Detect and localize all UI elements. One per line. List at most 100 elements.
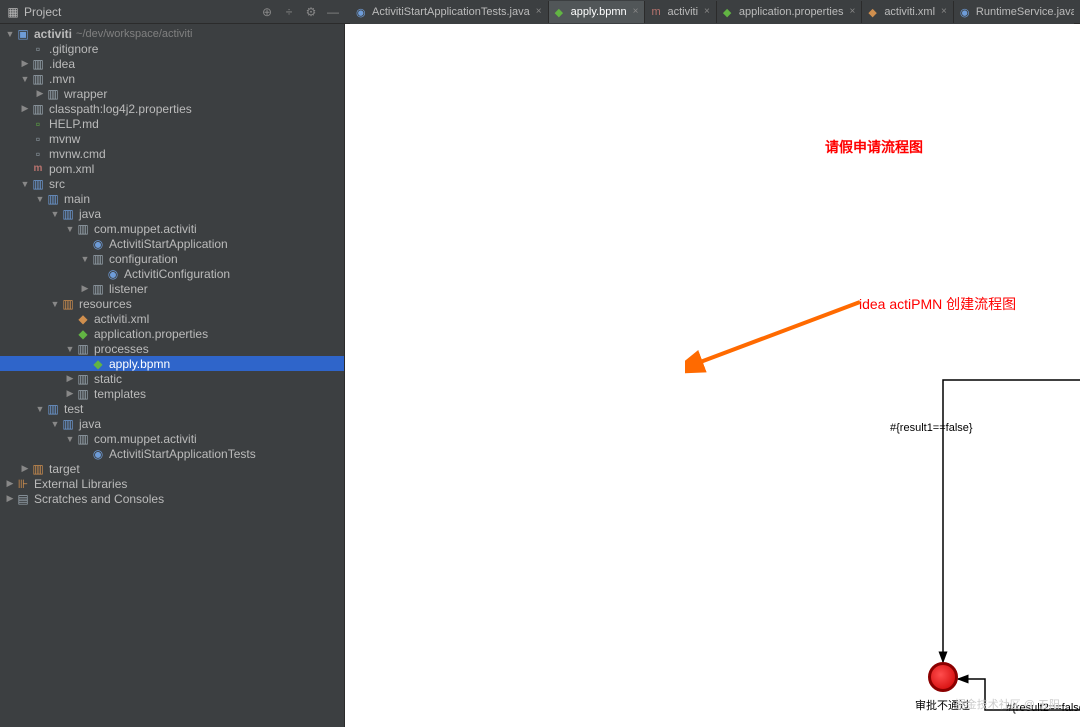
tree-item[interactable]: ▼▥resources [0, 296, 344, 311]
tree-item-label: External Libraries [34, 477, 127, 491]
expand-icon[interactable]: ▶ [4, 478, 16, 489]
xml-icon: ◆ [76, 312, 90, 326]
project-tree[interactable]: ▼ ▣ activiti ~/dev/workspace/activiti ▫.… [0, 24, 345, 727]
tree-item[interactable]: ▶▥listener [0, 281, 344, 296]
tree-item-label: .mvn [49, 72, 75, 86]
expand-icon[interactable]: ▼ [49, 419, 61, 429]
tree-item-label: ActivitiStartApplicationTests [109, 447, 256, 461]
expand-icon[interactable]: ▶ [4, 493, 16, 504]
expand-icon[interactable]: ▼ [34, 404, 46, 414]
java-icon: ◉ [960, 6, 972, 18]
expand-icon[interactable]: ▶ [19, 103, 31, 114]
tree-root-name: activiti [34, 27, 72, 41]
tree-item[interactable]: ◉ActivitiConfiguration [0, 266, 344, 281]
tree-item-label: application.properties [94, 327, 208, 341]
editor-tabs: ◉ActivitiStartApplicationTests.java×◆app… [350, 0, 1074, 24]
tree-item[interactable]: ▼▥.mvn [0, 71, 344, 86]
tree-item[interactable]: ▼▥processes [0, 341, 344, 356]
tree-item-label: listener [109, 282, 148, 296]
folder-icon: ▥ [31, 57, 45, 71]
close-icon[interactable]: × [633, 6, 639, 17]
java-icon: ◉ [356, 6, 368, 18]
tree-item[interactable]: ▶▥wrapper [0, 86, 344, 101]
tree-item[interactable]: ◆activiti.xml [0, 311, 344, 326]
folder-orange-icon: ▥ [31, 462, 45, 476]
tree-item[interactable]: ◆apply.bpmn [0, 356, 344, 371]
close-icon[interactable]: × [941, 6, 947, 17]
expand-icon[interactable]: ▼ [34, 194, 46, 204]
tree-item[interactable]: ▼▥test [0, 401, 344, 416]
tree-item[interactable]: ▼▥configuration [0, 251, 344, 266]
tree-item-label: java [79, 417, 101, 431]
hide-icon[interactable]: — [326, 5, 340, 19]
expand-icon[interactable]: ▼ [19, 74, 31, 84]
tree-item-label: mvnw.cmd [49, 147, 106, 161]
m-icon: m [651, 6, 663, 18]
tree-item[interactable]: ▫.gitignore [0, 41, 344, 56]
expand-icon[interactable]: ▶ [64, 373, 76, 384]
class-icon: ◉ [91, 447, 105, 461]
gear-icon[interactable]: ⚙ [304, 5, 318, 19]
tree-item[interactable]: ▫mvnw [0, 131, 344, 146]
tree-item[interactable]: ▶▥.idea [0, 56, 344, 71]
tree-item[interactable]: ◉ ActivitiStartApplicationTests [0, 446, 344, 461]
collapse-icon[interactable]: ÷ [282, 5, 296, 19]
bpmn-icon: ◆ [91, 357, 105, 371]
bpmn-editor[interactable]: 请假申请流程图 idea actiPMN 创建流程图 开始 [345, 24, 1080, 727]
tree-item-label: com.muppet.activiti [94, 222, 197, 236]
tree-item[interactable]: ▶▤Scratches and Consoles [0, 491, 344, 506]
editor-tab[interactable]: ◉ActivitiStartApplicationTests.java× [350, 1, 549, 23]
expand-icon[interactable]: ▼ [64, 344, 76, 354]
expand-icon[interactable]: ▼ [64, 434, 76, 444]
tree-item[interactable]: ▼▥java [0, 416, 344, 431]
close-icon[interactable]: × [849, 6, 855, 17]
tree-item-label: main [64, 192, 90, 206]
tree-item[interactable]: ▶▥static [0, 371, 344, 386]
file-icon: ▫ [31, 147, 45, 161]
tree-item[interactable]: ◉ActivitiStartApplication [0, 236, 344, 251]
tree-item-label: src [49, 177, 65, 191]
folder-icon: ▥ [46, 87, 60, 101]
tree-item[interactable]: ▼▥java [0, 206, 344, 221]
file-icon: ▫ [31, 132, 45, 146]
folder-icon: ▥ [31, 102, 45, 116]
editor-tab[interactable]: ◆apply.bpmn× [549, 1, 646, 23]
editor-tab[interactable]: ◉RuntimeService.java× [954, 1, 1074, 23]
tree-item-label: .gitignore [49, 42, 98, 56]
tree-item[interactable]: ▼▥main [0, 191, 344, 206]
expand-icon[interactable]: ▼ [49, 299, 61, 309]
main-area: ▼ ▣ activiti ~/dev/workspace/activiti ▫.… [0, 24, 1080, 727]
tree-item-label: ActivitiStartApplication [109, 237, 228, 251]
tree-item[interactable]: ◆application.properties [0, 326, 344, 341]
expand-icon[interactable]: ▶ [34, 88, 46, 99]
expand-icon[interactable]: ▶ [19, 58, 31, 69]
target-icon[interactable]: ⊕ [260, 5, 274, 19]
editor-tab[interactable]: ◆application.properties× [717, 1, 862, 23]
tree-item[interactable]: ▶▥templates [0, 386, 344, 401]
close-icon[interactable]: × [704, 6, 710, 17]
tree-item[interactable]: ▶▥target [0, 461, 344, 476]
tree-item[interactable]: ▼▥com.muppet.activiti [0, 431, 344, 446]
expand-icon[interactable]: ▶ [64, 388, 76, 399]
resources-icon: ▥ [61, 297, 75, 311]
tree-item[interactable]: ▼▥com.muppet.activiti [0, 221, 344, 236]
tree-item[interactable]: ▼▥src [0, 176, 344, 191]
tree-item[interactable]: ▶▥classpath:log4j2.properties [0, 101, 344, 116]
tree-item[interactable]: ▫ mvnw.cmd [0, 146, 344, 161]
expand-icon[interactable]: ▶ [19, 463, 31, 474]
class-icon: ◉ [106, 267, 120, 281]
bpmn-end-fail[interactable] [928, 662, 958, 692]
expand-icon[interactable]: ▶ [79, 283, 91, 294]
tree-root[interactable]: ▼ ▣ activiti ~/dev/workspace/activiti [0, 26, 344, 41]
expand-icon[interactable]: ▼ [64, 224, 76, 234]
editor-tab[interactable]: mactiviti× [645, 1, 716, 23]
editor-tab[interactable]: ◆activiti.xml× [862, 1, 954, 23]
tree-item[interactable]: ▫HELP.md [0, 116, 344, 131]
expand-icon[interactable]: ▼ [49, 209, 61, 219]
tree-item-label: java [79, 207, 101, 221]
close-icon[interactable]: × [536, 6, 542, 17]
tree-item[interactable]: ▶⊪External Libraries [0, 476, 344, 491]
tree-item[interactable]: mpom.xml [0, 161, 344, 176]
expand-icon[interactable]: ▼ [19, 179, 31, 189]
expand-icon[interactable]: ▼ [79, 254, 91, 264]
